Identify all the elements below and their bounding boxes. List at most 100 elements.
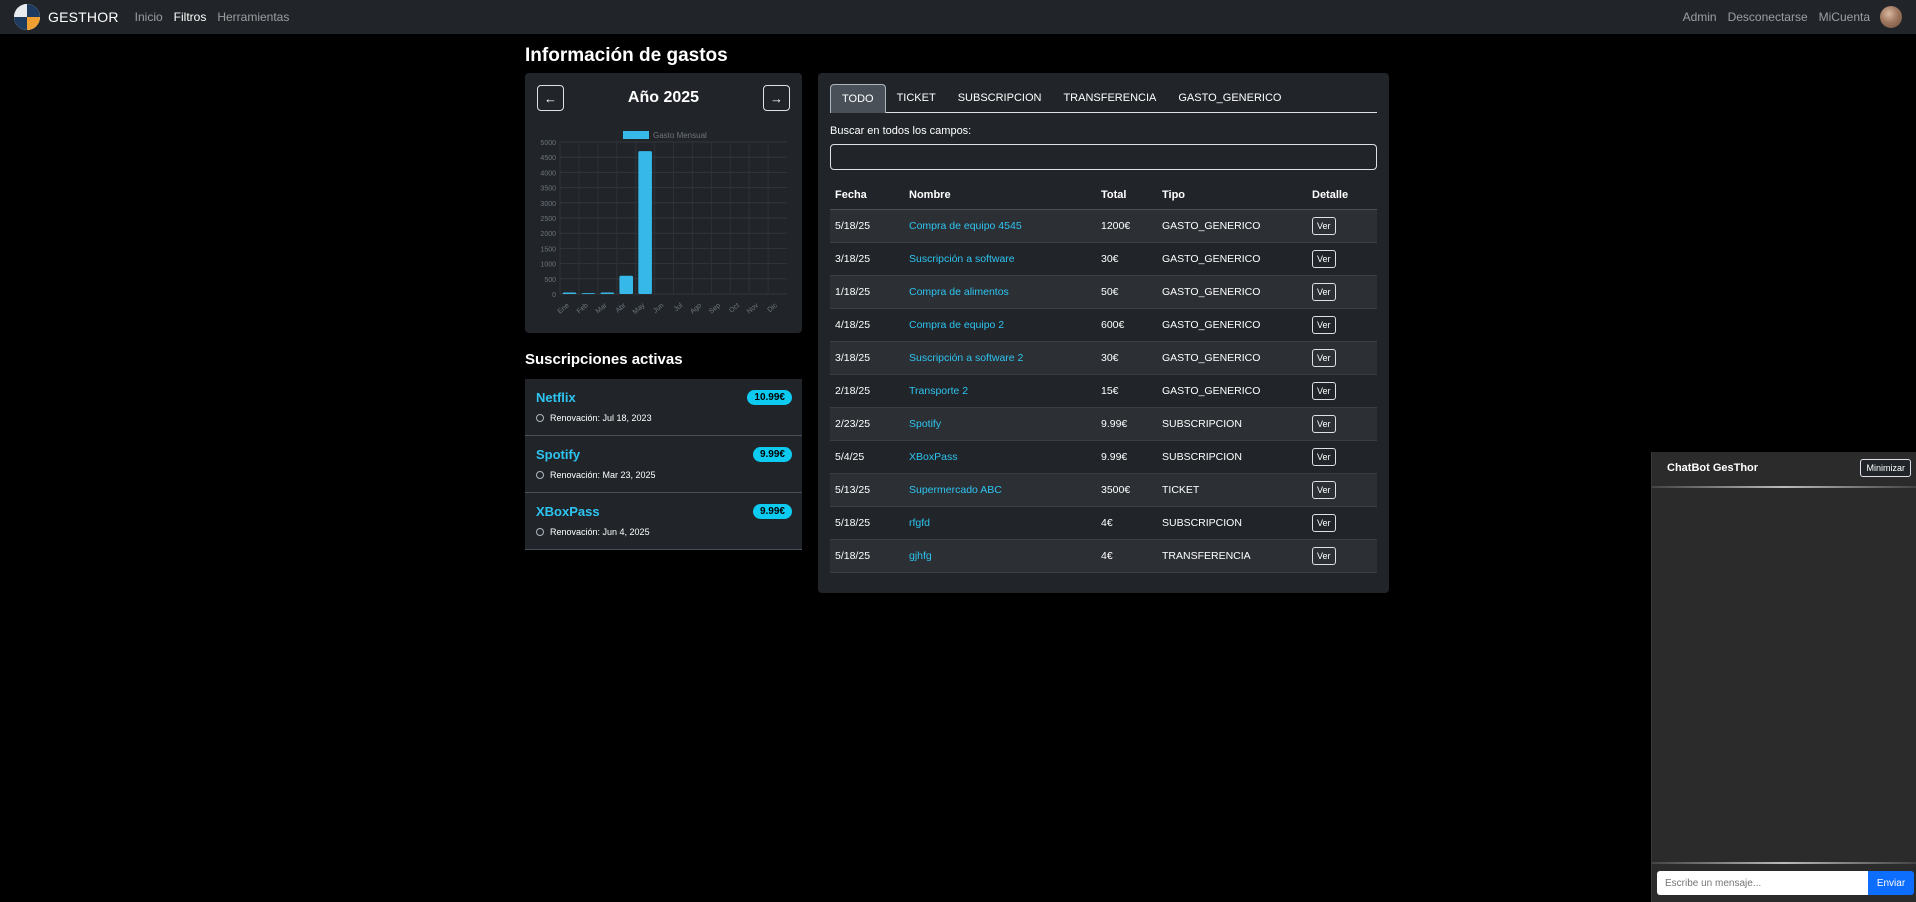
subscription-item[interactable]: Spotify 9.99€ Renovación: Mar 23, 2025 — [525, 436, 802, 493]
ver-detail-button[interactable]: Ver — [1312, 348, 1336, 367]
cell-detalle: Ver — [1307, 374, 1377, 408]
subscription-item[interactable]: XBoxPass 9.99€ Renovación: Jun 4, 2025 — [525, 493, 802, 550]
ver-detail-button[interactable]: Ver — [1312, 381, 1336, 400]
cell-total: 9.99€ — [1096, 407, 1157, 441]
subscription-name[interactable]: Spotify — [536, 447, 580, 462]
cell-nombre[interactable]: Compra de equipo 2 — [904, 308, 1096, 342]
ver-detail-button[interactable]: Ver — [1312, 546, 1336, 565]
cell-nombre[interactable]: Supermercado ABC — [904, 473, 1096, 507]
refresh-icon — [536, 414, 544, 422]
cell-detalle: Ver — [1307, 275, 1377, 309]
tab-transferencia[interactable]: TRANSFERENCIA — [1052, 84, 1167, 113]
nav-right: Admin Desconectarse MiCuenta — [1672, 6, 1902, 28]
cell-tipo: GASTO_GENERICO — [1157, 242, 1307, 276]
table-row: 1/18/25 Compra de alimentos 50€ GASTO_GENER… — [830, 275, 1377, 309]
cell-nombre[interactable]: XBoxPass — [904, 440, 1096, 474]
brand-logo-icon[interactable] — [14, 4, 40, 30]
tab-todo[interactable]: TODO — [830, 84, 886, 113]
ver-detail-button[interactable]: Ver — [1312, 282, 1336, 301]
cell-fecha: 4/18/25 — [830, 308, 904, 342]
cell-nombre[interactable]: Spotify — [904, 407, 1096, 441]
tab-subscripcion[interactable]: SUBSCRIPCION — [947, 84, 1053, 113]
nav-link-desconectarse[interactable]: Desconectarse — [1728, 10, 1808, 24]
y-tick-label: 2500 — [540, 216, 556, 223]
cell-detalle: Ver — [1307, 506, 1377, 540]
x-tick-label: Ene — [557, 302, 571, 315]
cell-nombre[interactable]: gjhfg — [904, 539, 1096, 573]
cell-nombre[interactable]: Suscripción a software 2 — [904, 341, 1096, 375]
ver-detail-button[interactable]: Ver — [1312, 249, 1336, 268]
bar — [581, 293, 596, 294]
cell-detalle: Ver — [1307, 407, 1377, 441]
subscription-name[interactable]: Netflix — [536, 390, 576, 405]
cell-fecha: 5/18/25 — [830, 506, 904, 540]
cell-nombre[interactable]: Compra de equipo 4545 — [904, 209, 1096, 243]
cell-tipo: TICKET — [1157, 473, 1307, 507]
chatbot-header: ChatBot GesThor Minimizar — [1652, 452, 1916, 486]
cell-detalle: Ver — [1307, 539, 1377, 573]
cell-tipo: GASTO_GENERICO — [1157, 308, 1307, 342]
ver-detail-button[interactable]: Ver — [1312, 216, 1336, 235]
cell-nombre[interactable]: Compra de alimentos — [904, 275, 1096, 309]
cell-tipo: GASTO_GENERICO — [1157, 209, 1307, 243]
nav-link-admin[interactable]: Admin — [1683, 10, 1717, 24]
header-fecha[interactable]: Fecha — [830, 182, 904, 210]
chatbot-send-button[interactable]: Enviar — [1868, 871, 1914, 895]
cell-total: 50€ — [1096, 275, 1157, 309]
chatbot-message-input[interactable] — [1657, 871, 1868, 895]
nav-link-filtros[interactable]: Filtros — [174, 10, 207, 24]
y-tick-label: 3500 — [540, 186, 556, 193]
nav-link-inicio[interactable]: Inicio — [135, 10, 163, 24]
cell-tipo: SUBSCRIPCION — [1157, 407, 1307, 441]
subscription-renewal: Renovación: Jun 4, 2025 — [536, 527, 650, 537]
bar — [562, 292, 577, 294]
next-year-button[interactable]: → — [763, 85, 790, 111]
header-total[interactable]: Total — [1096, 182, 1157, 210]
subscription-item[interactable]: Netflix 10.99€ Renovación: Jul 18, 2023 — [525, 379, 802, 436]
ver-detail-button[interactable]: Ver — [1312, 315, 1336, 334]
search-input[interactable] — [830, 144, 1377, 170]
subscriptions-list: Netflix 10.99€ Renovación: Jul 18, 2023 … — [525, 379, 802, 550]
subscription-renewal: Renovación: Mar 23, 2025 — [536, 470, 656, 480]
chatbot-title: ChatBot GesThor — [1667, 462, 1759, 474]
nav-link-micuenta[interactable]: MiCuenta — [1819, 10, 1870, 24]
chatbot-minimize-button[interactable]: Minimizar — [1860, 459, 1911, 477]
y-tick-label: 2000 — [540, 231, 556, 238]
cell-nombre[interactable]: Suscripción a software — [904, 242, 1096, 276]
cell-total: 1200€ — [1096, 209, 1157, 243]
table-header-row: Fecha Nombre Total Tipo Detalle — [830, 182, 1377, 210]
tab-ticket[interactable]: TICKET — [886, 84, 947, 113]
ver-detail-button[interactable]: Ver — [1312, 513, 1336, 532]
brand-name[interactable]: GESTHOR — [48, 9, 119, 25]
table-body: 5/18/25 Compra de equipo 4545 1200€ GASTO_G… — [830, 209, 1377, 573]
table-row: 2/23/25 Spotify 9.99€ SUBSCRIPCION Ver — [830, 407, 1377, 441]
cell-total: 30€ — [1096, 341, 1157, 375]
ver-detail-button[interactable]: Ver — [1312, 447, 1336, 466]
avatar[interactable] — [1880, 6, 1902, 28]
cell-nombre[interactable]: rfgfd — [904, 506, 1096, 540]
cell-detalle: Ver — [1307, 341, 1377, 375]
cell-detalle: Ver — [1307, 473, 1377, 507]
cell-fecha: 5/18/25 — [830, 539, 904, 573]
table-row: 3/18/25 Suscripción a software 30€ GASTO_GE… — [830, 242, 1377, 276]
cell-total: 4€ — [1096, 539, 1157, 573]
cell-tipo: TRANSFERENCIA — [1157, 539, 1307, 573]
ver-detail-button[interactable]: Ver — [1312, 480, 1336, 499]
monthly-expense-chart: Gasto Mensual 0 500 1000 1500 2000 2500 3000 350… — [540, 131, 787, 316]
x-tick-label: Ago — [689, 302, 703, 315]
ver-detail-button[interactable]: Ver — [1312, 414, 1336, 433]
bar — [600, 292, 615, 294]
table-row: 5/18/25 Compra de equipo 4545 1200€ GASTO_G… — [830, 209, 1377, 243]
tab-gasto-generico[interactable]: GASTO_GENERICO — [1167, 84, 1292, 113]
refresh-icon — [536, 471, 544, 479]
cell-detalle: Ver — [1307, 242, 1377, 276]
cell-nombre[interactable]: Transporte 2 — [904, 374, 1096, 408]
table-row: 4/18/25 Compra de equipo 2 600€ GASTO_GENER… — [830, 308, 1377, 342]
chart-header: ← Año 2025 → — [525, 73, 802, 123]
header-nombre[interactable]: Nombre — [904, 182, 1096, 210]
header-tipo[interactable]: Tipo — [1157, 182, 1307, 210]
cell-total: 4€ — [1096, 506, 1157, 540]
cell-detalle: Ver — [1307, 308, 1377, 342]
nav-link-herramientas[interactable]: Herramientas — [217, 10, 289, 24]
subscription-name[interactable]: XBoxPass — [536, 504, 600, 519]
